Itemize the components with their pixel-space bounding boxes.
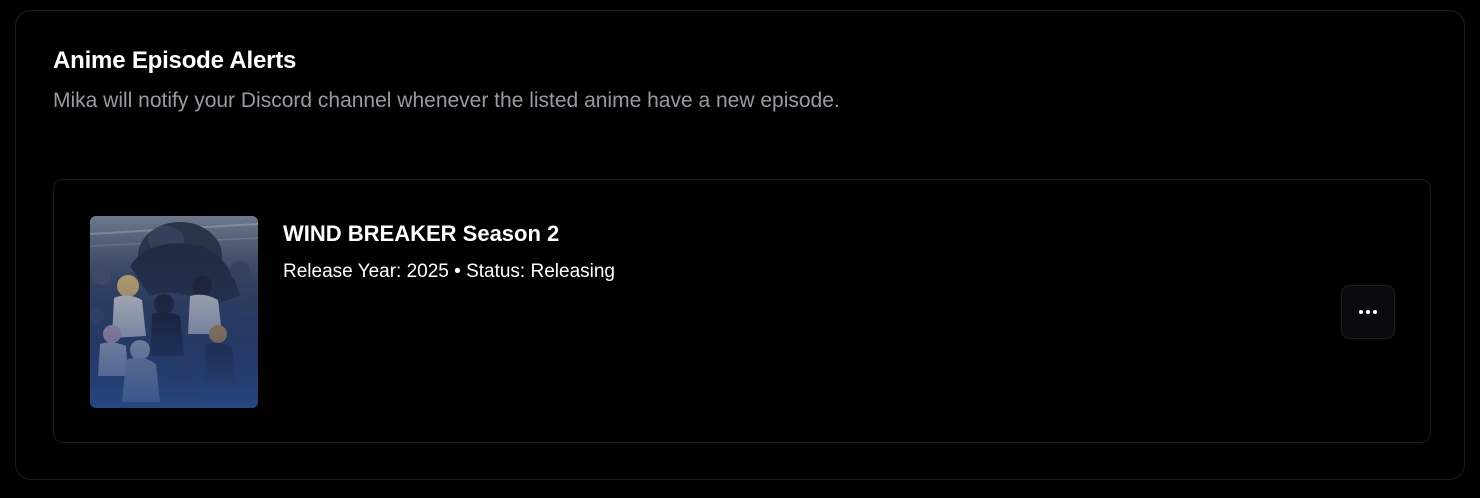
anime-title: WIND BREAKER Season 2	[283, 221, 560, 246]
anime-alerts-card: Anime Episode Alerts Mika will notify yo…	[15, 10, 1465, 480]
anime-cover-image	[90, 216, 258, 408]
anime-meta: Release Year: 2025 • Status: Releasing	[283, 261, 615, 282]
section-subtitle: Mika will notify your Discord channel wh…	[53, 89, 840, 112]
more-options-button[interactable]	[1341, 285, 1395, 339]
section-title: Anime Episode Alerts	[53, 47, 297, 74]
more-horizontal-icon	[1359, 310, 1377, 314]
anime-list-item: WIND BREAKER Season 2 Release Year: 2025…	[53, 179, 1431, 443]
